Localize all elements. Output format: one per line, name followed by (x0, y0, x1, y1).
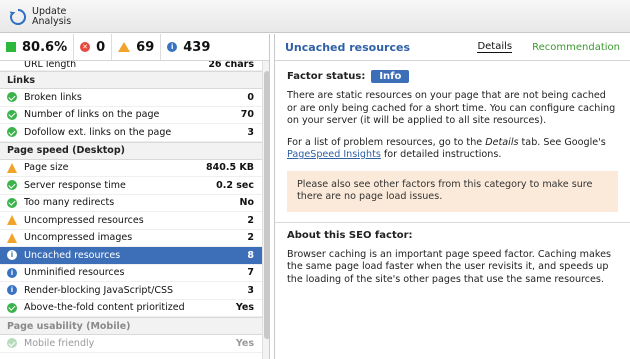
about-text: Browser caching is an important page spe… (287, 248, 612, 285)
divider (275, 221, 630, 223)
check-icon (7, 180, 17, 191)
error-icon: ✕ (80, 42, 91, 52)
list-item[interactable]: Page size 840.5 KB (0, 160, 262, 177)
scrollbar-thumb[interactable] (264, 71, 269, 339)
pagespeed-insights-link[interactable]: PageSpeed Insights (287, 149, 381, 160)
warning-icon (7, 232, 17, 243)
list-item[interactable]: i Render-blocking JavaScript/CSS 3 (0, 282, 262, 300)
list-item[interactable]: i Unminified resources 7 (0, 265, 262, 282)
section-page-speed: Page speed (Desktop) (0, 141, 262, 160)
check-icon (7, 197, 17, 208)
summary-score[interactable]: 80.6% (0, 34, 75, 61)
list-item-mobile-friendly[interactable]: Mobile friendly Yes (0, 335, 262, 353)
instructions-paragraph: For a list of problem resources, go to t… (287, 136, 606, 161)
check-icon (7, 109, 17, 120)
refresh-icon (9, 9, 26, 25)
factor-list-scrollbar[interactable] (262, 61, 269, 359)
section-links: Links (0, 71, 262, 89)
info-icon: i (7, 285, 17, 296)
check-icon (7, 127, 17, 138)
detail-header: Uncached resources Details Recommendatio… (275, 34, 630, 61)
summary-warnings[interactable]: 69 (112, 34, 162, 61)
summary-info[interactable]: i 439 (161, 34, 216, 61)
factors-panel: 80.6% ✕ 0 69 i 439 URL length 26 chars L… (0, 34, 270, 359)
update-analysis-button[interactable]: Update Analysis (8, 4, 71, 30)
about-title: About this SEO factor: (287, 229, 413, 241)
warning-icon (7, 162, 17, 173)
status-badge: Info (371, 69, 410, 83)
info-icon: i (7, 267, 17, 278)
list-item[interactable]: Too many redirects No (0, 195, 262, 212)
check-icon (7, 302, 17, 313)
list-item[interactable]: Number of links on the page 70 (0, 107, 262, 124)
notice-box: Please also see other factors from this … (287, 170, 618, 212)
description-paragraph: There are static resources on your page … (287, 90, 616, 126)
check-icon (7, 338, 17, 349)
list-item[interactable]: Broken links 0 (0, 89, 262, 107)
factor-status: Factor status: Info (287, 68, 618, 84)
toolbar: Update Analysis (0, 0, 630, 33)
summary-bar: 80.6% ✕ 0 69 i 439 (0, 34, 269, 61)
factor-list: URL length 26 chars Links Broken links 0 … (0, 61, 262, 359)
score-square-icon (6, 42, 16, 52)
list-item[interactable]: Dofollow ext. links on the page 3 (0, 124, 262, 142)
list-item-url-length[interactable]: URL length 26 chars (0, 61, 262, 71)
list-item[interactable]: Uncompressed images 2 (0, 230, 262, 247)
list-item[interactable]: Above-the-fold content prioritized Yes (0, 300, 262, 317)
summary-errors[interactable]: ✕ 0 (74, 34, 113, 61)
detail-body: Factor status: Info There are static res… (275, 61, 630, 286)
info-icon: i (7, 250, 17, 261)
list-item[interactable]: Uncompressed resources 2 (0, 212, 262, 230)
warning-icon (7, 215, 17, 226)
detail-title: Uncached resources (285, 40, 410, 54)
warning-icon (118, 42, 131, 52)
tab-recommendation[interactable]: Recommendation (532, 42, 620, 53)
update-analysis-label: Update Analysis (32, 6, 72, 27)
info-icon: i (167, 42, 178, 52)
check-icon (7, 92, 17, 103)
tab-details[interactable]: Details (477, 41, 513, 53)
detail-panel: Uncached resources Details Recommendatio… (274, 34, 630, 359)
list-item-uncached-resources[interactable]: i Uncached resources 8 (0, 247, 262, 265)
list-item[interactable]: Server response time 0.2 sec (0, 177, 262, 195)
section-page-usability: Page usability (Mobile) (0, 317, 262, 335)
